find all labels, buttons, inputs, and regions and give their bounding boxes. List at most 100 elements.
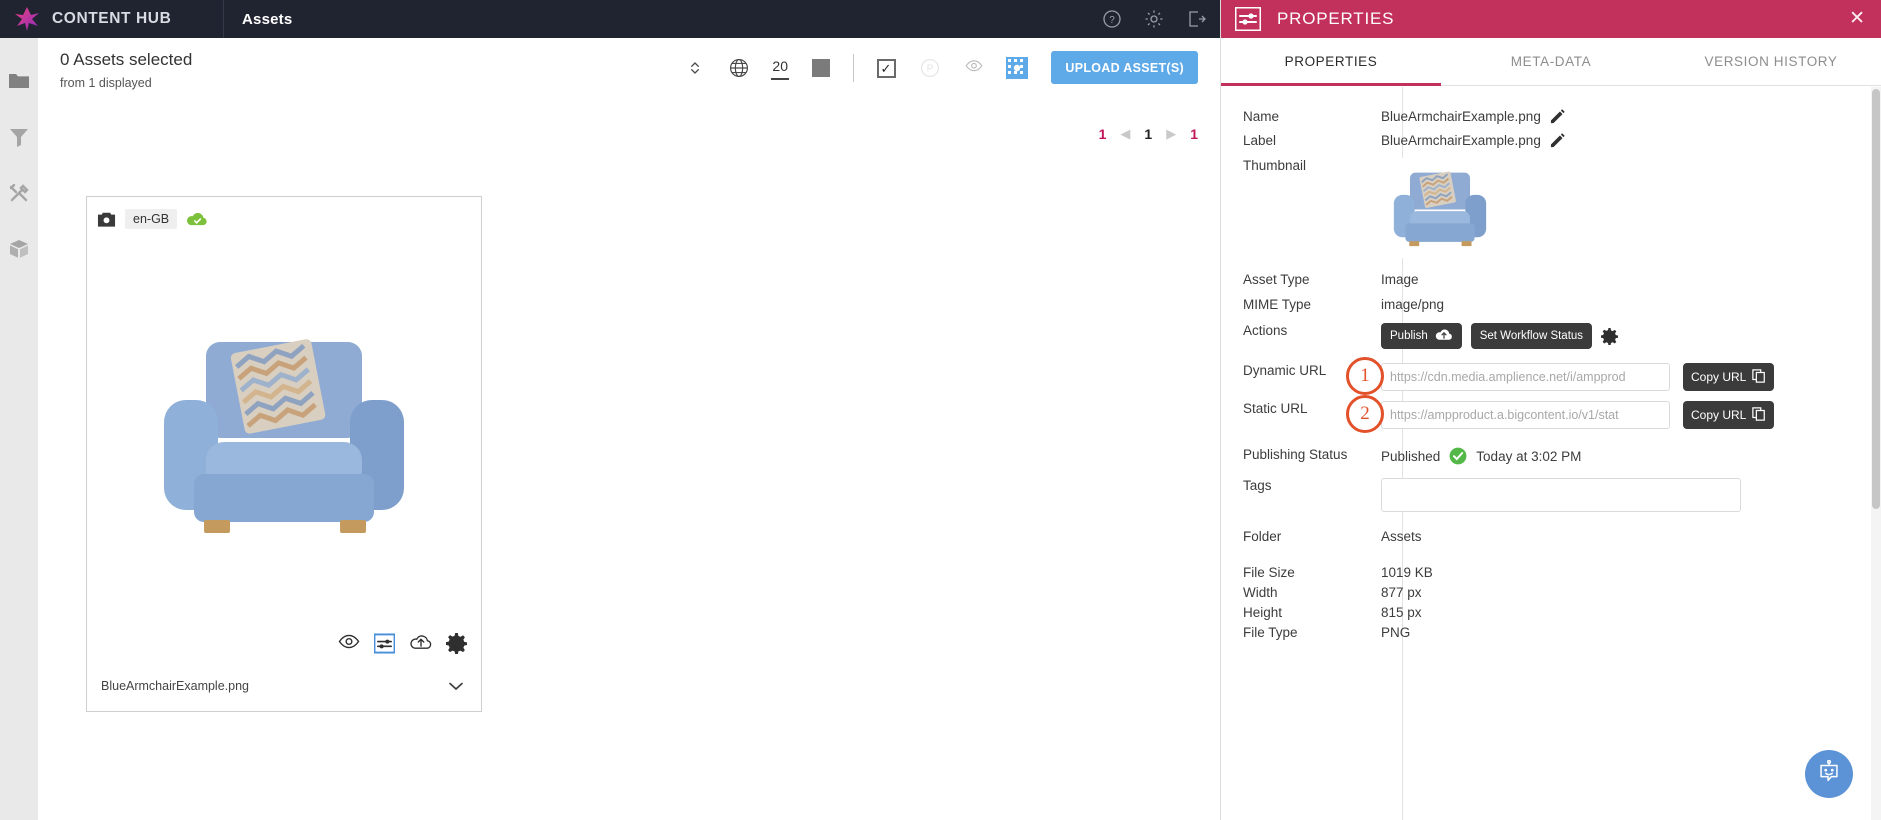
gear-icon[interactable] [1144, 9, 1164, 29]
svg-text:P: P [927, 64, 934, 75]
copy-button-label: Copy URL [1691, 408, 1747, 422]
left-region: CONTENT HUB Assets ? 0 Assets selected f… [0, 0, 1220, 820]
properties-icon[interactable] [373, 633, 396, 654]
row-width: Width 877 px [1221, 585, 1881, 600]
sort-updown-icon[interactable] [683, 56, 707, 80]
globe-icon[interactable] [727, 56, 751, 80]
assets-content: 0 Assets selected from 1 displayed 20 ✓ … [38, 38, 1220, 820]
brand-label: CONTENT HUB [52, 10, 172, 27]
name-label: Name [1243, 109, 1280, 124]
toolbar-divider [853, 54, 854, 82]
panel-tabs: PROPERTIES META-DATA VERSION HISTORY [1221, 38, 1881, 86]
sidebar-item-tools[interactable] [8, 182, 30, 204]
panel-title: PROPERTIES [1277, 9, 1395, 28]
row-file-type: File Type PNG [1221, 625, 1881, 640]
asset-card-header: en-GB [87, 197, 481, 241]
page-current: 1 [1144, 126, 1153, 142]
publishing-status-text: Published [1381, 448, 1441, 464]
cloud-upload-icon [1435, 328, 1453, 345]
file-size-value: 1019 KB [1381, 565, 1433, 580]
help-circle-icon[interactable]: ? [1102, 9, 1122, 29]
tags-label: Tags [1243, 478, 1272, 493]
thumbnail-image[interactable] [1381, 158, 1499, 258]
annotation-marker-1: 1 [1346, 357, 1384, 395]
annotation-marker-2: 2 [1346, 395, 1384, 433]
file-type-value: PNG [1381, 625, 1411, 640]
page-last[interactable]: 1 [1190, 126, 1198, 142]
name-value-group: BlueArmchairExample.png [1381, 109, 1565, 124]
displayed-count: from 1 displayed [60, 76, 152, 90]
row-height: Height 815 px [1221, 605, 1881, 620]
upload-assets-button[interactable]: UPLOAD ASSET(S) [1051, 51, 1198, 84]
edit-pencil-icon[interactable] [1550, 133, 1565, 148]
sidebar-item-filter[interactable] [8, 126, 30, 148]
properties-panel-icon [1234, 6, 1262, 32]
set-workflow-status-button[interactable]: Set Workflow Status [1470, 323, 1593, 349]
sidebar-item-folder[interactable] [8, 70, 30, 92]
chevron-down-icon[interactable] [447, 677, 465, 695]
brand[interactable]: CONTENT HUB [0, 0, 224, 38]
asset-type-label: Asset Type [1243, 272, 1310, 287]
content-toolbar: 20 ✓ P [683, 48, 1028, 88]
square-icon[interactable] [809, 56, 833, 80]
eye-icon[interactable] [962, 56, 986, 80]
folder-value: Assets [1381, 529, 1422, 544]
tab-meta-data[interactable]: META-DATA [1441, 38, 1661, 85]
dynamic-url-input[interactable] [1381, 363, 1670, 391]
row-tags: Tags [1221, 478, 1881, 512]
grid-view-icon[interactable] [1006, 57, 1028, 79]
amplience-logo-icon [14, 6, 40, 32]
close-icon[interactable]: ✕ [1849, 9, 1865, 29]
asset-thumbnail[interactable] [87, 241, 481, 627]
p-circle-icon[interactable]: P [918, 56, 942, 80]
chatbot-icon [1815, 758, 1843, 791]
gear-icon[interactable] [445, 633, 468, 655]
publish-button[interactable]: Publish [1381, 323, 1462, 349]
page-prev-icon[interactable]: ◀ [1120, 126, 1130, 142]
properties-list: Name BlueArmchairExample.png Label BlueA… [1221, 87, 1881, 820]
row-asset-type: Asset Type Image [1221, 272, 1881, 287]
static-url-input[interactable] [1381, 401, 1670, 429]
width-value: 877 px [1381, 585, 1422, 600]
svg-text:?: ? [1109, 15, 1115, 26]
actions-label: Actions [1243, 323, 1288, 338]
pagination: 1 ◀ 1 ▶ 1 [1099, 126, 1198, 142]
tab-version-history[interactable]: VERSION HISTORY [1661, 38, 1881, 85]
page-first[interactable]: 1 [1099, 126, 1107, 142]
mime-type-label: MIME Type [1243, 297, 1312, 312]
asset-card[interactable]: en-GB BlueArmchairExample.png [86, 196, 482, 712]
asset-filename: BlueArmchairExample.png [101, 679, 249, 693]
tab-properties[interactable]: PROPERTIES [1221, 38, 1441, 86]
logout-icon[interactable] [1186, 9, 1206, 29]
actions-value: Publish Set Workflow Status [1381, 323, 1619, 349]
tags-input[interactable] [1381, 478, 1741, 512]
row-label: Label BlueArmchairExample.png [1221, 133, 1881, 148]
copy-static-url-button[interactable]: Copy URL [1683, 401, 1775, 429]
panel-scrollbar-track[interactable] [1871, 87, 1881, 820]
eye-icon[interactable] [338, 633, 360, 654]
checkbox-checked-icon[interactable]: ✓ [874, 56, 898, 80]
section-title: Assets [242, 10, 293, 28]
width-label: Width [1243, 585, 1278, 600]
panel-scrollbar-thumb[interactable] [1872, 89, 1880, 509]
edit-pencil-icon[interactable] [1550, 109, 1565, 124]
copy-dynamic-url-button[interactable]: Copy URL [1683, 363, 1775, 391]
tags-value [1381, 478, 1741, 512]
name-value: BlueArmchairExample.png [1381, 109, 1541, 124]
upload-cloud-icon[interactable] [410, 633, 432, 654]
row-static-url: Static URL 2 Copy URL [1221, 395, 1881, 433]
app-root: CONTENT HUB Assets ? 0 Assets selected f… [0, 0, 1881, 820]
properties-panel-header: PROPERTIES ✕ [1221, 0, 1881, 38]
sidebar-item-package[interactable] [8, 238, 30, 260]
page-size-selector[interactable]: 20 [771, 56, 789, 80]
row-dynamic-url: Dynamic URL 1 Copy URL [1221, 357, 1881, 395]
height-value: 815 px [1381, 605, 1422, 620]
dynamic-url-value: Copy URL [1381, 363, 1775, 391]
row-file-size: File Size 1019 KB [1221, 565, 1881, 580]
height-label: Height [1243, 605, 1283, 620]
page-next-icon[interactable]: ▶ [1166, 126, 1176, 142]
cloud-check-icon [186, 211, 208, 228]
chatbot-button[interactable] [1805, 750, 1853, 798]
gear-icon[interactable] [1600, 327, 1619, 345]
camera-icon [97, 211, 116, 228]
